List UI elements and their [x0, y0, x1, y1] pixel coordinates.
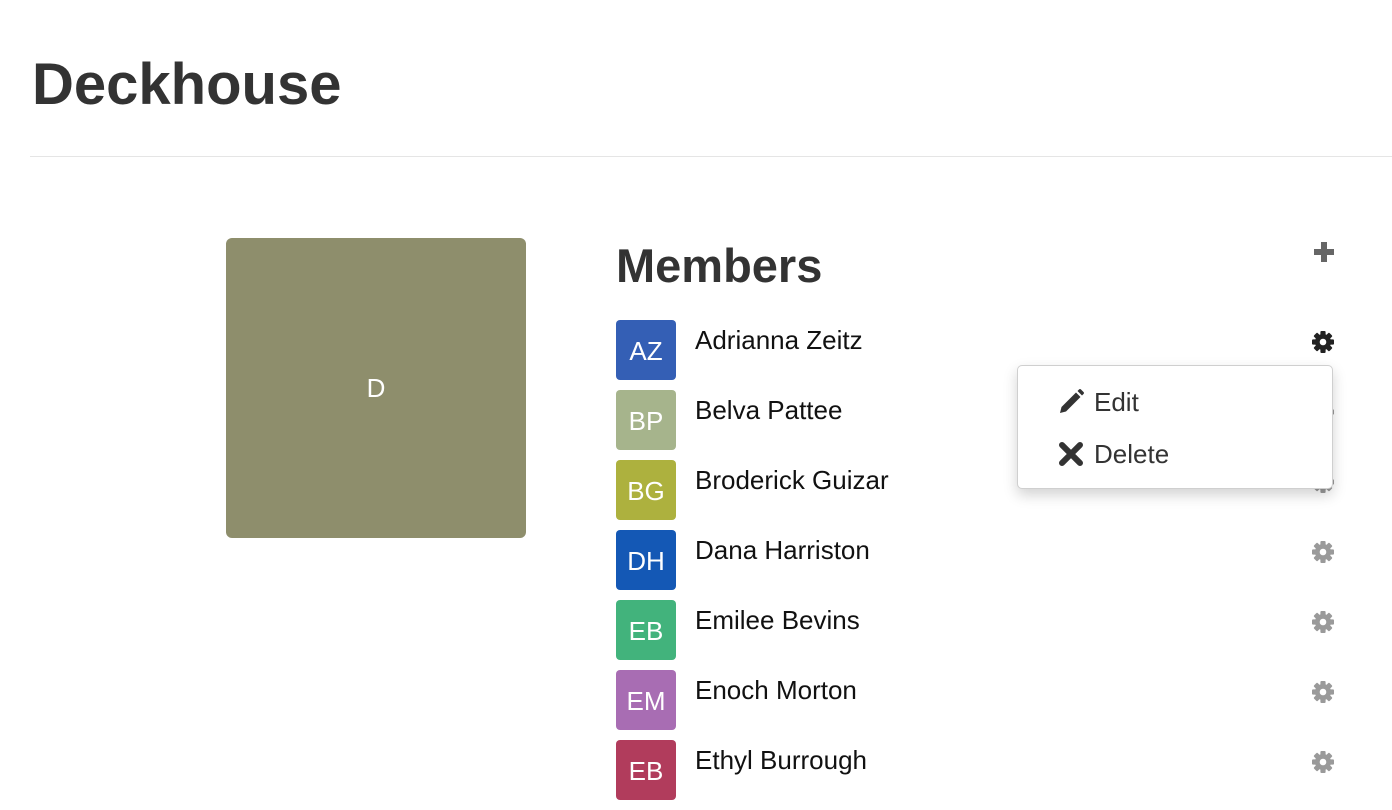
edit-menu-item[interactable]: Edit	[1056, 382, 1139, 422]
member-row: EB Emilee Bevins	[616, 600, 1340, 660]
member-settings-button[interactable]	[1309, 608, 1337, 636]
member-avatar: EB	[616, 740, 676, 800]
member-name: Dana Harriston	[695, 535, 870, 565]
team-avatar-initial: D	[366, 372, 386, 403]
gear-icon	[1312, 331, 1334, 353]
member-avatar: BG	[616, 460, 676, 520]
member-settings-button[interactable]	[1309, 538, 1337, 566]
gear-icon	[1312, 681, 1334, 703]
member-avatar: AZ	[616, 320, 676, 380]
member-name: Enoch Morton	[695, 675, 857, 705]
member-name: Belva Pattee	[695, 395, 843, 425]
plus-icon	[1314, 242, 1334, 262]
member-avatar: EM	[616, 670, 676, 730]
gear-icon	[1312, 611, 1334, 633]
team-avatar: D	[226, 238, 526, 538]
member-avatar: BP	[616, 390, 676, 450]
member-name: Broderick Guizar	[695, 465, 889, 495]
member-row: DH Dana Harriston	[616, 530, 1340, 590]
delete-menu-item[interactable]: Delete	[1056, 434, 1169, 474]
member-name: Emilee Bevins	[695, 605, 860, 635]
gear-icon	[1312, 541, 1334, 563]
member-name: Ethyl Burrough	[695, 745, 867, 775]
page-title: Deckhouse	[32, 52, 342, 117]
remove-icon	[1056, 439, 1086, 469]
member-name: Adrianna Zeitz	[695, 325, 863, 355]
member-actions-menu: Edit Delete	[1017, 365, 1333, 489]
delete-menu-label: Delete	[1094, 438, 1170, 469]
member-avatar: EB	[616, 600, 676, 660]
members-heading: Members	[616, 239, 823, 292]
member-settings-button[interactable]	[1309, 328, 1337, 356]
member-settings-button[interactable]	[1309, 748, 1337, 776]
member-row: EM Enoch Morton	[616, 670, 1340, 730]
member-avatar: DH	[616, 530, 676, 590]
add-member-button[interactable]	[1308, 236, 1340, 268]
edit-menu-label: Edit	[1094, 386, 1139, 417]
member-settings-button[interactable]	[1309, 678, 1337, 706]
header-divider	[30, 156, 1392, 157]
member-row: EB Ethyl Burrough	[616, 740, 1340, 800]
pencil-icon	[1056, 387, 1086, 417]
gear-icon	[1312, 751, 1334, 773]
